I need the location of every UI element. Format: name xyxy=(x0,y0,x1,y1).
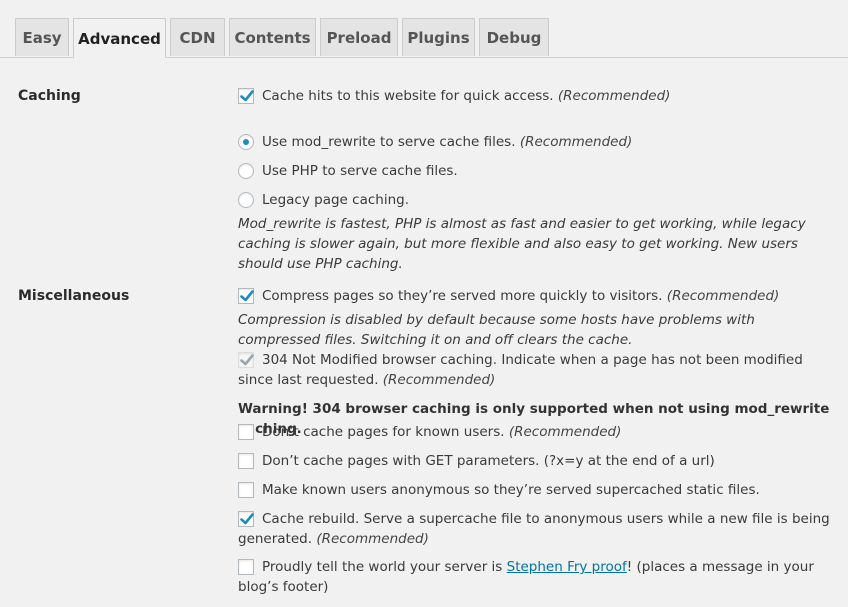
cache-hits-text: Cache hits to this website for quick acc… xyxy=(262,88,554,104)
not-modified-text: 304 Not Modified browser caching. Indica… xyxy=(238,352,803,388)
settings-tabs: Easy Advanced CDN Contents Preload Plugi… xyxy=(0,0,848,58)
rebuild-option: Cache rebuild. Serve a supercache file t… xyxy=(238,509,838,549)
proof-option: Proudly tell the world your server is St… xyxy=(238,557,838,597)
get-params-option: Don’t cache pages with GET parameters. (… xyxy=(238,451,838,471)
compress-checkbox[interactable] xyxy=(238,288,254,304)
legacy-option: Legacy page caching. xyxy=(238,190,838,210)
legacy-text: Legacy page caching. xyxy=(262,192,409,208)
misc-label: Miscellaneous xyxy=(18,288,130,304)
use-php-radio[interactable] xyxy=(238,163,254,179)
checkmark-icon xyxy=(240,90,254,102)
tab-advanced[interactable]: Advanced xyxy=(73,18,166,58)
rebuild-checkbox[interactable] xyxy=(238,511,254,527)
caching-note: Mod_rewrite is fastest, PHP is almost as… xyxy=(238,216,806,272)
tab-plugins[interactable]: Plugins xyxy=(402,18,475,56)
tab-cdn[interactable]: CDN xyxy=(170,18,225,56)
not-modified-option: 304 Not Modified browser caching. Indica… xyxy=(238,350,838,390)
proof-checkbox[interactable] xyxy=(238,559,254,575)
cache-hits-rec: (Recommended) xyxy=(557,88,671,104)
get-params-text: Don’t cache pages with GET parameters. (… xyxy=(262,453,715,469)
caching-label: Caching xyxy=(18,88,81,104)
known-users-text: Don’t cache pages for known users. xyxy=(262,424,505,440)
use-php-text: Use PHP to serve cache files. xyxy=(262,163,458,179)
checkmark-icon xyxy=(240,290,254,302)
cache-hits-option: Cache hits to this website for quick acc… xyxy=(238,86,838,106)
not-modified-rec: (Recommended) xyxy=(382,372,496,388)
checkmark-icon xyxy=(240,513,254,525)
tab-easy[interactable]: Easy xyxy=(15,18,69,56)
tab-preload[interactable]: Preload xyxy=(320,18,398,56)
mod-rewrite-option: Use mod_rewrite to serve cache files. (R… xyxy=(238,132,838,152)
compress-rec: (Recommended) xyxy=(666,288,780,304)
anonymous-option: Make known users anonymous so they’re se… xyxy=(238,480,838,500)
compress-note: Compression is disabled by default becau… xyxy=(238,312,755,348)
cache-hits-checkbox[interactable] xyxy=(238,88,254,104)
checkmark-icon xyxy=(240,354,254,366)
radio-selected-dot xyxy=(243,139,249,145)
mod-rewrite-radio[interactable] xyxy=(238,134,254,150)
get-params-checkbox[interactable] xyxy=(238,453,254,469)
known-users-rec: (Recommended) xyxy=(508,424,622,440)
anonymous-text: Make known users anonymous so they’re se… xyxy=(262,482,760,498)
mod-rewrite-text: Use mod_rewrite to serve cache files. xyxy=(262,134,516,150)
rebuild-rec: (Recommended) xyxy=(316,531,429,547)
legacy-radio[interactable] xyxy=(238,192,254,208)
mod-rewrite-rec: (Recommended) xyxy=(519,134,633,150)
tab-contents[interactable]: Contents xyxy=(229,18,316,56)
stephen-fry-proof-link[interactable]: Stephen Fry proof xyxy=(507,559,627,575)
compress-text: Compress pages so they’re served more qu… xyxy=(262,288,663,304)
proof-text-before: Proudly tell the world your server is xyxy=(262,559,507,575)
compress-option: Compress pages so they’re served more qu… xyxy=(238,286,838,306)
known-users-checkbox[interactable] xyxy=(238,424,254,440)
tab-debug[interactable]: Debug xyxy=(479,18,549,56)
not-modified-checkbox[interactable] xyxy=(238,352,254,368)
use-php-option: Use PHP to serve cache files. xyxy=(238,161,838,181)
known-users-option: Don’t cache pages for known users. (Reco… xyxy=(238,422,838,442)
anonymous-checkbox[interactable] xyxy=(238,482,254,498)
